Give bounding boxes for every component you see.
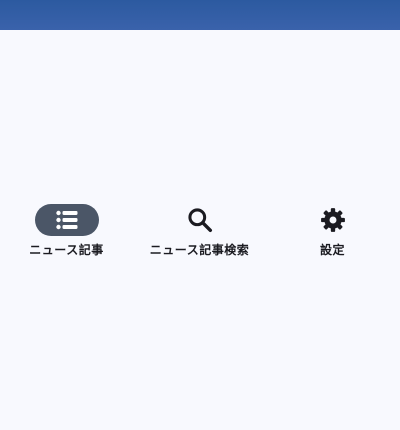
- list-icon: [55, 208, 79, 232]
- search-icon: [187, 207, 213, 233]
- nav-item-news-articles[interactable]: ニュース記事: [0, 203, 133, 263]
- top-app-bar: [0, 0, 400, 30]
- nav-label-settings: 設定: [319, 243, 345, 257]
- nav-item-settings[interactable]: 設定: [266, 203, 399, 263]
- inactive-indicator: [301, 204, 365, 236]
- nav-item-news-search[interactable]: ニュース記事検索: [133, 203, 266, 263]
- inactive-indicator: [168, 204, 232, 236]
- nav-label-news-articles: ニュース記事: [29, 243, 104, 257]
- active-indicator: [34, 204, 99, 236]
- navigation-bar: ニュース記事 ニュース記事検索 設定: [0, 203, 400, 263]
- nav-label-news-search: ニュース記事検索: [149, 243, 250, 257]
- gear-icon: [320, 207, 346, 233]
